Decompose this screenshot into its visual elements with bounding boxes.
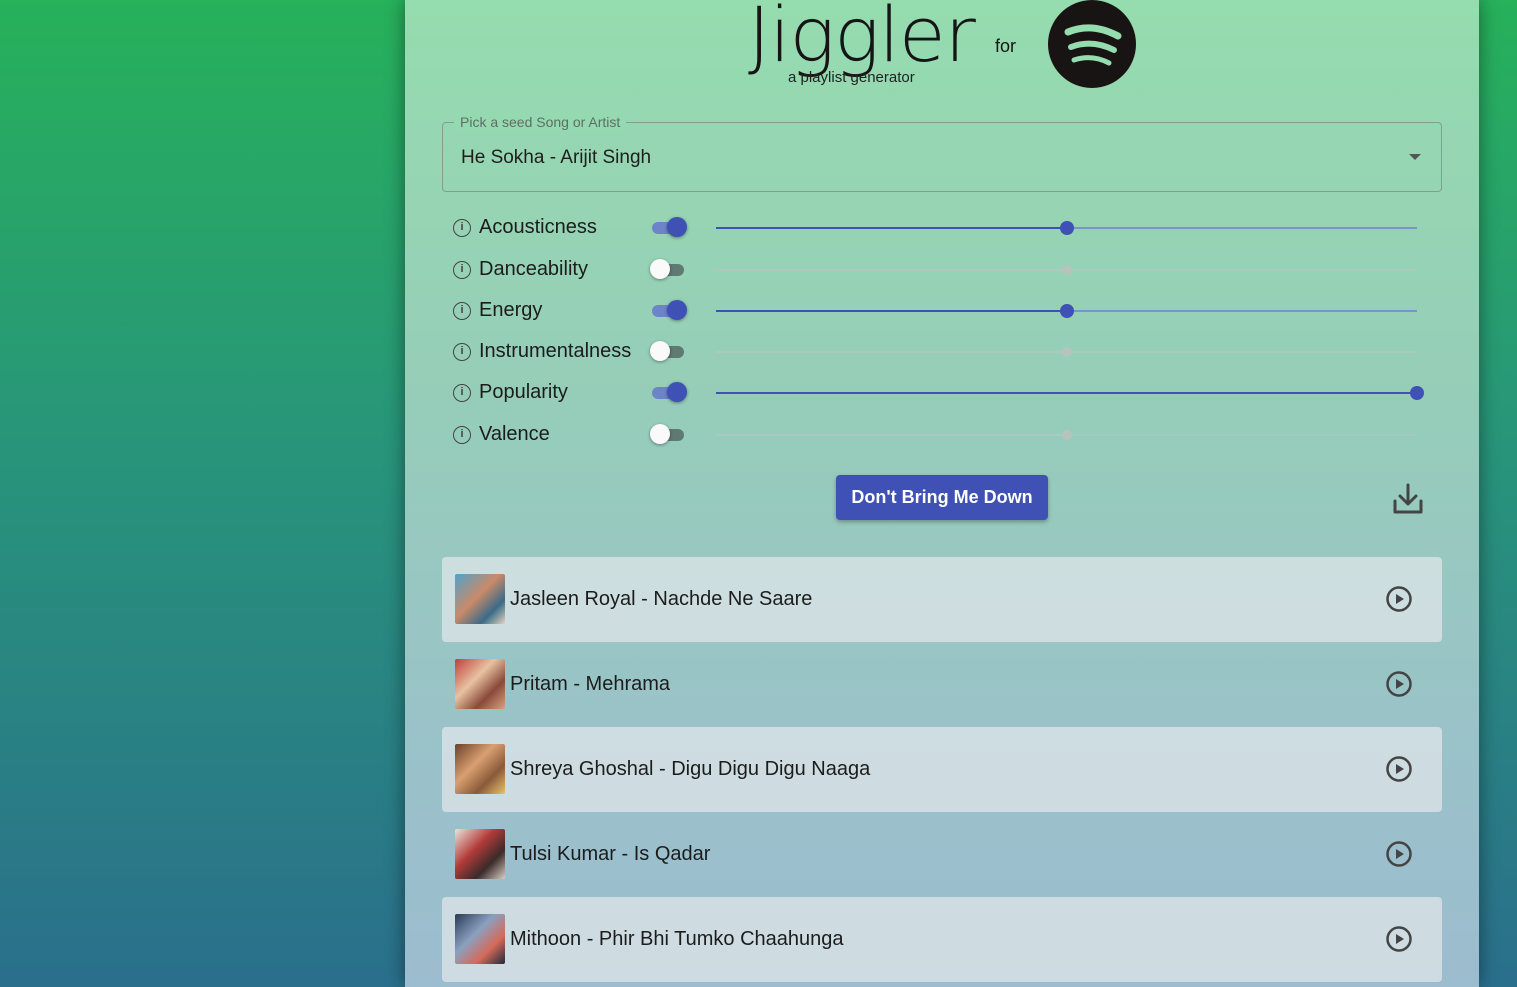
- feature-slider[interactable]: [716, 265, 1417, 275]
- feature-slider[interactable]: [716, 347, 1417, 357]
- info-icon[interactable]: i: [453, 302, 471, 320]
- feature-slider[interactable]: [716, 430, 1417, 440]
- info-icon[interactable]: i: [453, 261, 471, 279]
- track-title: Jasleen Royal - Nachde Ne Saare: [510, 588, 813, 610]
- track-row[interactable]: Jasleen Royal - Nachde Ne Saare: [442, 557, 1442, 642]
- feature-toggle[interactable]: [650, 300, 687, 320]
- info-icon[interactable]: i: [453, 384, 471, 402]
- feature-slider[interactable]: [716, 304, 1417, 318]
- feature-toggle[interactable]: [650, 259, 686, 279]
- album-art: [455, 659, 505, 709]
- play-icon[interactable]: [1385, 755, 1413, 783]
- feature-slider[interactable]: [716, 221, 1417, 235]
- app-subtitle: a playlist generator: [788, 69, 915, 86]
- track-title: Tulsi Kumar - Is Qadar: [510, 843, 711, 865]
- feature-row-danceability: i Danceability: [453, 255, 1433, 285]
- feature-toggle[interactable]: [650, 424, 686, 444]
- playlist: Jasleen Royal - Nachde Ne Saare Pritam -…: [442, 557, 1442, 982]
- seed-select-label: Pick a seed Song or Artist: [454, 114, 627, 130]
- caret-down-icon[interactable]: [1409, 154, 1421, 160]
- feature-slider[interactable]: [716, 386, 1424, 400]
- album-art: [455, 914, 505, 964]
- feature-row-instrumentalness: i Instrumentalness: [453, 337, 1433, 367]
- feature-toggle[interactable]: [650, 217, 687, 237]
- album-art: [455, 574, 505, 624]
- album-art: [455, 829, 505, 879]
- feature-row-energy: i Energy: [453, 296, 1433, 326]
- spotify-logo-icon: [1048, 0, 1136, 88]
- download-icon[interactable]: [1389, 481, 1427, 517]
- feature-label: Popularity: [479, 381, 568, 403]
- feature-row-valence: i Valence: [453, 420, 1433, 450]
- info-icon[interactable]: i: [453, 343, 471, 361]
- slider-thumb[interactable]: [1410, 386, 1424, 400]
- track-row[interactable]: Tulsi Kumar - Is Qadar: [442, 812, 1442, 897]
- track-row[interactable]: Mithoon - Phir Bhi Tumko Chaahunga: [442, 897, 1442, 982]
- track-row[interactable]: Pritam - Mehrama: [442, 642, 1442, 727]
- feature-toggle[interactable]: [650, 382, 687, 402]
- track-row[interactable]: Shreya Ghoshal - Digu Digu Digu Naaga: [442, 727, 1442, 812]
- slider-thumb[interactable]: [1061, 347, 1072, 357]
- slider-thumb[interactable]: [1061, 265, 1072, 275]
- for-label: for: [995, 36, 1017, 56]
- info-icon[interactable]: i: [453, 426, 471, 444]
- feature-label: Acousticness: [479, 216, 597, 238]
- track-title: Mithoon - Phir Bhi Tumko Chaahunga: [510, 928, 844, 950]
- feature-row-acousticness: i Acousticness: [453, 213, 1433, 243]
- slider-thumb[interactable]: [1059, 221, 1074, 235]
- play-icon[interactable]: [1385, 585, 1413, 613]
- slider-thumb[interactable]: [1059, 304, 1074, 318]
- feature-label: Danceability: [479, 258, 588, 280]
- info-icon[interactable]: i: [453, 219, 471, 237]
- seed-select-value: He Sokha - Arijit Singh: [461, 147, 652, 168]
- feature-toggle[interactable]: [650, 341, 686, 361]
- album-art: [455, 744, 505, 794]
- generate-playlist-button[interactable]: Don't Bring Me Down: [836, 475, 1048, 520]
- play-icon[interactable]: [1385, 925, 1413, 953]
- feature-label: Energy: [479, 299, 543, 321]
- track-title: Pritam - Mehrama: [510, 673, 671, 695]
- main-panel: Jiggler a playlist generator for Pick a …: [405, 0, 1479, 987]
- play-icon[interactable]: [1385, 670, 1413, 698]
- play-icon[interactable]: [1385, 840, 1413, 868]
- track-title: Shreya Ghoshal - Digu Digu Digu Naaga: [510, 758, 871, 780]
- slider-thumb[interactable]: [1061, 430, 1072, 440]
- feature-label: Instrumentalness: [479, 340, 632, 362]
- feature-label: Valence: [479, 423, 550, 445]
- app-title: Jiggler: [748, 0, 976, 79]
- feature-row-popularity: i Popularity: [453, 378, 1433, 408]
- seed-select[interactable]: Pick a seed Song or Artist He Sokha - Ar…: [442, 114, 1442, 192]
